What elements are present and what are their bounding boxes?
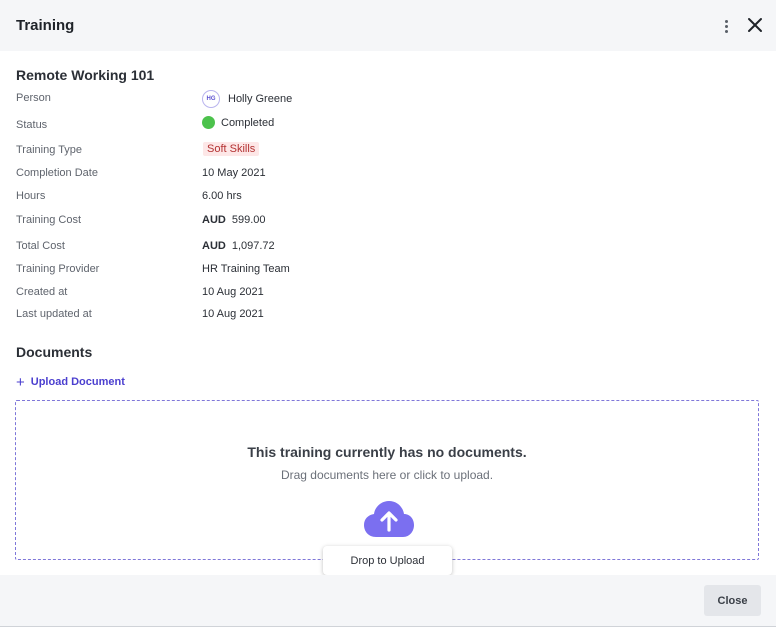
- upload-document-button[interactable]: + Upload Document: [16, 373, 125, 391]
- created-at-label: Created at: [16, 286, 68, 298]
- drop-to-upload-tooltip: Drop to Upload: [323, 546, 452, 575]
- avatar: HG: [202, 90, 220, 108]
- close-button[interactable]: Close: [704, 585, 761, 616]
- more-vertical-icon[interactable]: [716, 16, 736, 36]
- dropzone-empty-subtitle: Drag documents here or click to upload.: [280, 468, 494, 482]
- training-cost-currency: AUD: [202, 214, 226, 226]
- status-label: Status: [16, 119, 48, 131]
- total-cost-currency: AUD: [202, 240, 226, 252]
- close-icon[interactable]: [744, 14, 766, 36]
- total-cost-label: Total Cost: [16, 240, 65, 252]
- training-type-value: Soft Skills: [202, 142, 260, 156]
- hours-value: 6.00 hrs: [202, 190, 242, 202]
- training-type-tag: Soft Skills: [203, 142, 260, 156]
- document-dropzone[interactable]: This training currently has no documents…: [15, 400, 759, 560]
- training-cost-amount: 599.00: [231, 214, 266, 226]
- training-name: Remote Working 101: [16, 67, 155, 83]
- last-updated-label: Last updated at: [16, 308, 92, 320]
- hours-label: Hours: [16, 190, 46, 202]
- training-cost-label: Training Cost: [16, 214, 82, 226]
- modal-footer: Close: [0, 575, 776, 627]
- created-at-value: 10 Aug 2021: [202, 286, 264, 298]
- person-name: Holly Greene: [228, 93, 293, 105]
- person-label: Person: [16, 92, 51, 104]
- person-value[interactable]: HG Holly Greene: [202, 90, 292, 108]
- training-provider-label: Training Provider: [16, 263, 100, 275]
- last-updated-value: 10 Aug 2021: [202, 308, 264, 320]
- plus-icon: +: [16, 373, 25, 391]
- documents-title: Documents: [16, 344, 93, 360]
- training-cost-value: AUD 599.00: [202, 214, 266, 226]
- cloud-upload-icon: [364, 501, 414, 537]
- dropzone-empty-title: This training currently has no documents…: [247, 444, 527, 460]
- modal-title: Training: [16, 17, 75, 34]
- upload-document-label: Upload Document: [30, 376, 125, 388]
- status-value: Completed: [202, 116, 274, 129]
- completion-date-value: 10 May 2021: [202, 167, 266, 179]
- training-provider-value: HR Training Team: [202, 263, 290, 275]
- status-dot-icon: [202, 116, 215, 129]
- training-type-label: Training Type: [16, 144, 83, 156]
- status-text: Completed: [221, 116, 275, 129]
- completion-date-label: Completion Date: [16, 167, 98, 179]
- total-cost-amount: 1,097.72: [231, 240, 275, 252]
- total-cost-value: AUD 1,097.72: [202, 240, 275, 252]
- modal-header: Training: [0, 0, 776, 51]
